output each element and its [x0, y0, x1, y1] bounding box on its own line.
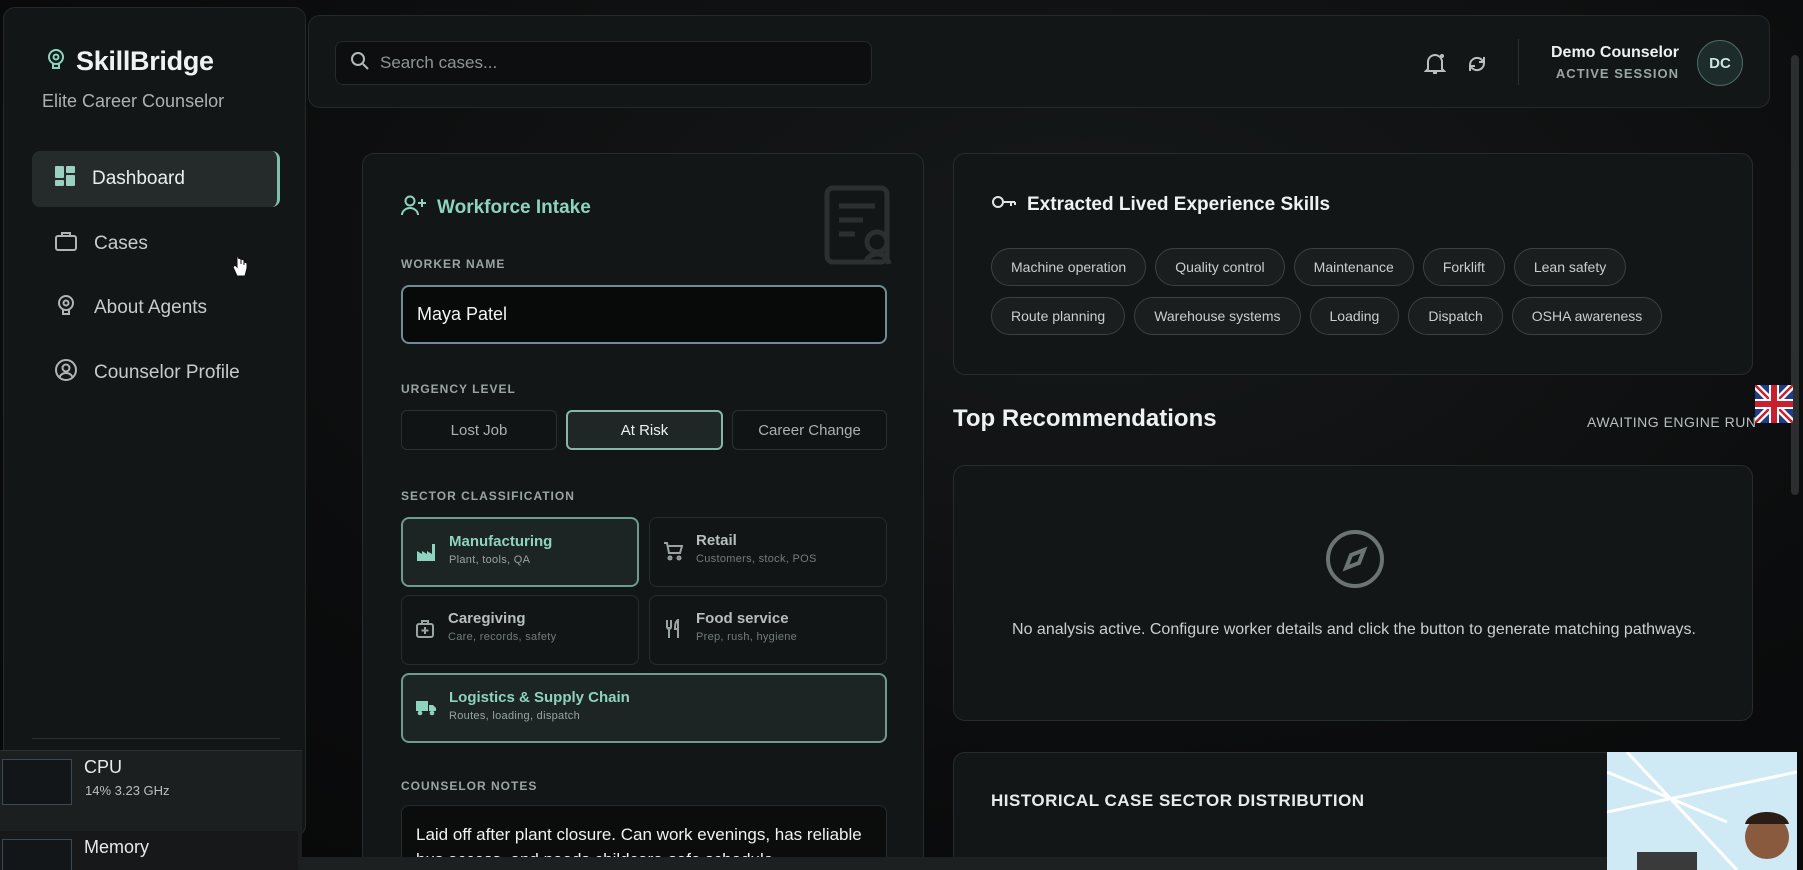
sector-food-service[interactable]: Food service Prep, rush, hygiene — [649, 595, 887, 665]
sector-title: Logistics & Supply Chain — [449, 689, 630, 706]
sector-logistics[interactable]: Logistics & Supply Chain Routes, loading,… — [401, 673, 887, 743]
skill-chip[interactable]: Route planning — [991, 297, 1126, 335]
cart-icon — [662, 540, 684, 562]
user-circle-icon — [54, 358, 78, 388]
notification-bell-icon[interactable] — [1421, 50, 1449, 78]
sidebar-divider — [32, 738, 280, 739]
recommendations-title: Top Recommendations — [953, 405, 1217, 432]
task-manager-memory[interactable]: Memory — [0, 831, 298, 870]
task-manager-panel: CPU 14% 3.23 GHz Memory — [0, 750, 302, 870]
medical-kit-icon — [414, 618, 436, 640]
sidebar-item-label: Cases — [94, 233, 148, 254]
sector-subtitle: Plant, tools, QA — [449, 554, 531, 566]
historical-title: HISTORICAL CASE SECTOR DISTRIBUTION — [991, 791, 1365, 810]
sector-manufacturing[interactable]: Manufacturing Plant, tools, QA — [401, 517, 639, 587]
memory-graph — [2, 839, 72, 870]
sector-subtitle: Prep, rush, hygiene — [696, 631, 798, 643]
avatar[interactable]: DC — [1697, 40, 1743, 86]
sector-subtitle: Customers, stock, POS — [696, 553, 817, 565]
skill-chip[interactable]: Forklift — [1422, 248, 1505, 286]
cpu-graph — [2, 759, 72, 805]
skill-chip[interactable]: Loading — [1309, 297, 1400, 335]
search-box[interactable] — [335, 41, 872, 85]
truck-icon — [415, 697, 437, 719]
urgency-at-risk-button[interactable]: At Risk — [566, 410, 723, 450]
cpu-detail: 14% 3.23 GHz — [85, 783, 170, 798]
skills-title-text: Extracted Lived Experience Skills — [1027, 194, 1331, 215]
worker-name-label: WORKER NAME — [401, 257, 506, 271]
sector-title: Manufacturing — [449, 533, 553, 550]
dashboard-icon — [54, 165, 76, 193]
sector-subtitle: Care, records, safety — [448, 631, 557, 643]
uk-flag-icon[interactable] — [1752, 382, 1796, 426]
sector-subtitle: Routes, loading, dispatch — [449, 710, 581, 722]
mouse-cursor-icon — [232, 254, 248, 283]
skill-chip[interactable]: Lean safety — [1513, 248, 1627, 286]
recommendations-empty-message: No analysis active. Configure worker det… — [1012, 621, 1696, 638]
skills-chip-list: Machine operation Quality control Mainte… — [991, 248, 1711, 335]
intake-title: Workforce Intake — [401, 194, 591, 222]
sidebar: SkillBridge Elite Career Counselor Dashb… — [3, 7, 306, 837]
brand-subtitle: Elite Career Counselor — [42, 91, 225, 111]
skill-chip[interactable]: Maintenance — [1293, 248, 1414, 286]
extracted-skills-card: Extracted Lived Experience Skills Machin… — [953, 153, 1753, 375]
sector-title: Retail — [696, 532, 737, 549]
memory-label: Memory — [84, 837, 150, 857]
skill-chip[interactable]: Dispatch — [1408, 297, 1503, 335]
skill-chip[interactable]: OSHA awareness — [1511, 297, 1663, 335]
urgency-level-label: URGENCY LEVEL — [401, 382, 516, 396]
sidebar-item-dashboard[interactable]: Dashboard — [32, 151, 280, 207]
sidebar-item-counselor-profile[interactable]: Counselor Profile — [32, 345, 280, 401]
utensils-icon — [662, 618, 684, 640]
sector-retail[interactable]: Retail Customers, stock, POS — [649, 517, 887, 587]
user-plus-icon — [401, 194, 427, 222]
search-icon — [350, 51, 370, 76]
key-icon — [991, 194, 1017, 216]
factory-icon — [415, 541, 437, 563]
worker-name-input[interactable] — [401, 285, 887, 344]
sector-title: Food service — [696, 610, 789, 627]
urgency-career-change-button[interactable]: Career Change — [732, 410, 887, 450]
sector-title: Caregiving — [448, 610, 526, 627]
agents-icon — [54, 293, 78, 323]
skill-chip[interactable]: Machine operation — [991, 248, 1147, 286]
header-divider — [1518, 39, 1519, 85]
sidebar-item-about-agents[interactable]: About Agents — [32, 280, 280, 336]
sidebar-item-label: About Agents — [94, 297, 208, 318]
brand-name: SkillBridge — [76, 46, 214, 76]
sidebar-item-label: Dashboard — [92, 168, 185, 189]
skill-chip[interactable]: Warehouse systems — [1134, 297, 1301, 335]
user-name: Demo Counselor — [1550, 44, 1679, 61]
webcam-overlay — [1607, 752, 1797, 870]
cpu-label: CPU — [84, 757, 123, 777]
briefcase-icon — [54, 230, 78, 258]
sync-icon[interactable] — [1463, 50, 1491, 78]
recommendations-card: No analysis active. Configure worker det… — [953, 465, 1753, 721]
workforce-intake-card: Workforce Intake WORKER NAME URGENCY LEV… — [362, 153, 924, 870]
compass-icon — [1324, 528, 1386, 595]
session-status: ACTIVE SESSION — [1555, 66, 1679, 81]
task-manager-cpu[interactable]: CPU 14% 3.23 GHz — [0, 751, 298, 821]
intake-title-text: Workforce Intake — [437, 197, 591, 218]
recommendations-status: AWAITING ENGINE RUN — [1587, 414, 1757, 430]
page-scrollbar[interactable] — [1791, 55, 1799, 495]
skill-chip[interactable]: Quality control — [1155, 248, 1285, 286]
counselor-notes-label: COUNSELOR NOTES — [401, 779, 538, 793]
sector-caregiving[interactable]: Caregiving Care, records, safety — [401, 595, 639, 665]
top-header: Demo Counselor ACTIVE SESSION DC — [308, 15, 1770, 108]
sector-classification-label: SECTOR CLASSIFICATION — [401, 489, 575, 503]
search-input[interactable] — [380, 53, 860, 73]
skills-title: Extracted Lived Experience Skills — [991, 194, 1330, 216]
sidebar-item-label: Counselor Profile — [94, 362, 240, 383]
brand[interactable]: SkillBridge — [44, 46, 214, 77]
taskbar — [302, 857, 1607, 870]
document-watermark-icon — [821, 184, 905, 273]
logo-brain-icon — [44, 47, 68, 76]
urgency-lost-job-button[interactable]: Lost Job — [401, 410, 557, 450]
